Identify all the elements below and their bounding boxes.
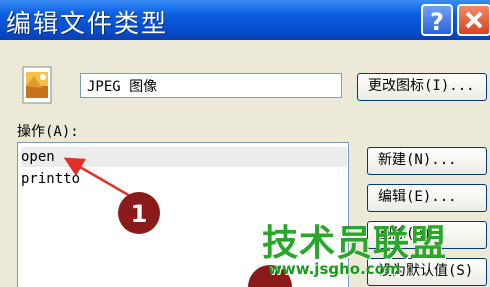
list-item-open[interactable]: open bbox=[21, 147, 347, 167]
edit-file-type-dialog: 编辑文件类型 ? JPEG 图像 更改图标(I)... 操作(A): open … bbox=[0, 0, 490, 287]
watermark-url: www.jsgho.com bbox=[268, 260, 401, 278]
jpeg-image-icon bbox=[22, 66, 52, 104]
watermark-title: 技术员联盟 bbox=[262, 223, 448, 264]
file-type-name-field[interactable]: JPEG 图像 bbox=[80, 73, 342, 98]
actions-label: 操作(A): bbox=[17, 124, 79, 140]
help-button[interactable]: ? bbox=[421, 4, 453, 36]
edit-action-button[interactable]: 编辑(E)... bbox=[367, 184, 487, 212]
list-item-printto[interactable]: printto bbox=[21, 169, 80, 189]
close-button[interactable] bbox=[457, 4, 490, 36]
change-icon-button[interactable]: 更改图标(I)... bbox=[357, 73, 487, 101]
dialog-title: 编辑文件类型 bbox=[6, 9, 169, 38]
new-action-button[interactable]: 新建(N)... bbox=[367, 147, 487, 175]
title-bar[interactable]: 编辑文件类型 ? bbox=[0, 0, 490, 40]
close-icon bbox=[459, 6, 489, 34]
